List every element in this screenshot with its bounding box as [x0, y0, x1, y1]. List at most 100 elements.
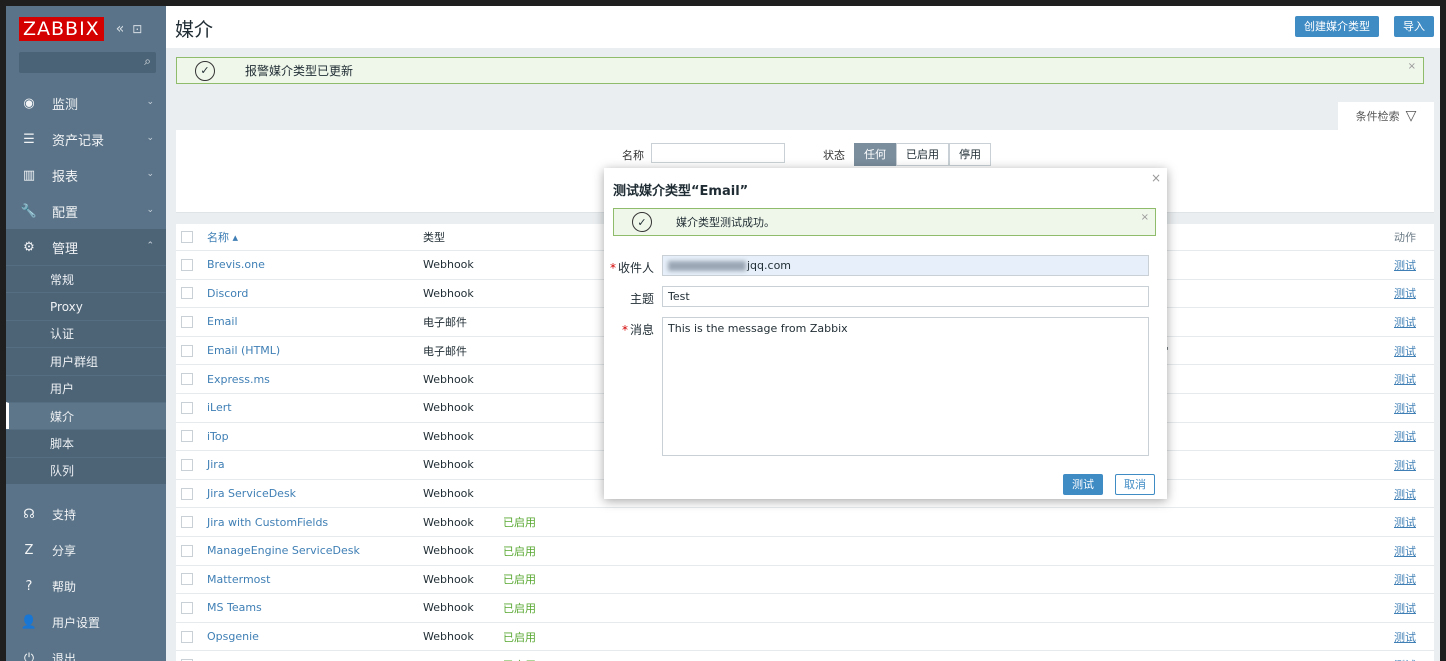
zabbix-logo[interactable]: ZABBIX: [19, 17, 104, 41]
media-type-name-link[interactable]: Express.ms: [207, 373, 423, 386]
menu-item-share[interactable]: Z 分享: [6, 532, 166, 568]
test-action-link[interactable]: 测试: [1394, 457, 1416, 473]
status-badge[interactable]: 已启用: [503, 543, 553, 559]
submenu-item-general[interactable]: 常规: [6, 265, 166, 292]
media-type-name-link[interactable]: ManageEngine ServiceDesk: [207, 544, 423, 557]
menu-item-configuration[interactable]: 🔧 配置 ⌄: [6, 193, 166, 229]
status-badge[interactable]: 已启用: [503, 514, 553, 530]
import-button[interactable]: 导入: [1394, 16, 1434, 37]
column-header-type[interactable]: 类型: [423, 229, 503, 245]
row-checkbox[interactable]: [181, 458, 193, 471]
status-badge[interactable]: 已启用: [503, 600, 553, 616]
media-type-name-link[interactable]: Mattermost: [207, 573, 423, 586]
row-checkbox[interactable]: [181, 516, 193, 529]
test-action-link[interactable]: 测试: [1394, 629, 1416, 645]
test-action-link[interactable]: 测试: [1394, 571, 1416, 587]
test-action-link[interactable]: 测试: [1394, 428, 1416, 444]
status-option-disabled[interactable]: 停用: [949, 143, 991, 166]
menu-item-inventory[interactable]: ☰ 资产记录 ⌄: [6, 121, 166, 157]
submenu-item-queue[interactable]: 队列: [6, 456, 166, 484]
menu-item-reports[interactable]: ▥ 报表 ⌄: [6, 157, 166, 193]
media-type-name-link[interactable]: Discord: [207, 287, 423, 300]
menu-item-user-settings[interactable]: 👤 用户设置: [6, 604, 166, 640]
select-all-checkbox[interactable]: [181, 231, 193, 243]
test-action-link[interactable]: 测试: [1394, 257, 1416, 273]
media-type-name-link[interactable]: Email (HTML): [207, 344, 423, 357]
user-icon: 👤: [20, 614, 38, 630]
test-action-link[interactable]: 测试: [1394, 285, 1416, 301]
media-type-name-link[interactable]: Brevis.one: [207, 258, 423, 271]
row-checkbox[interactable]: [181, 287, 193, 300]
submenu-item-scripts[interactable]: 脚本: [6, 429, 166, 456]
submenu-item-user-groups[interactable]: 用户群组: [6, 347, 166, 374]
test-action-link[interactable]: 测试: [1394, 343, 1416, 359]
status-badge[interactable]: 已启用: [503, 571, 553, 587]
row-checkbox[interactable]: [181, 573, 193, 586]
row-checkbox[interactable]: [181, 344, 193, 357]
media-type-name-link[interactable]: Email: [207, 315, 423, 328]
media-type-type: Webhook: [423, 372, 474, 386]
filter-tab[interactable]: 条件检索 ▽: [1338, 102, 1434, 130]
menu-label: 管理: [52, 241, 79, 257]
status-badge[interactable]: 已启用: [503, 657, 553, 661]
message-textarea[interactable]: This is the message from Zabbix: [662, 317, 1149, 456]
close-icon[interactable]: ×: [1141, 212, 1149, 223]
sidebar-search-input[interactable]: [19, 52, 156, 73]
row-checkbox[interactable]: [181, 258, 193, 271]
test-action-link[interactable]: 测试: [1394, 400, 1416, 416]
page-header: 媒介 创建媒介类型 导入: [166, 6, 1440, 48]
row-checkbox[interactable]: [181, 401, 193, 414]
test-button[interactable]: 测试: [1063, 474, 1103, 495]
row-checkbox[interactable]: [181, 630, 193, 643]
test-action-link[interactable]: 测试: [1394, 314, 1416, 330]
media-type-name-link[interactable]: Jira with CustomFields: [207, 516, 423, 529]
dialog-close-icon[interactable]: ×: [1151, 171, 1161, 185]
test-action-link[interactable]: 测试: [1394, 371, 1416, 387]
test-action-link[interactable]: 测试: [1394, 486, 1416, 502]
row-checkbox[interactable]: [181, 487, 193, 500]
test-action-link[interactable]: 测试: [1394, 543, 1416, 559]
media-type-name-link[interactable]: MS Teams: [207, 601, 423, 614]
submenu-item-users[interactable]: 用户: [6, 374, 166, 402]
menu-item-help[interactable]: ? 帮助: [6, 568, 166, 604]
test-action-link[interactable]: 测试: [1394, 514, 1416, 530]
row-checkbox[interactable]: [181, 373, 193, 386]
media-type-name-link[interactable]: Jira ServiceDesk: [207, 487, 423, 500]
admin-submenu: 常规 Proxy 认证 用户群组 用户 媒介 脚本 队列: [6, 265, 166, 485]
cancel-button[interactable]: 取消: [1115, 474, 1155, 495]
row-checkbox[interactable]: [181, 544, 193, 557]
create-media-type-button[interactable]: 创建媒介类型: [1295, 16, 1379, 37]
media-type-name-link[interactable]: Jira: [207, 458, 423, 471]
submenu-item-authentication[interactable]: 认证: [6, 319, 166, 347]
menu-item-administration[interactable]: ⚙ 管理 ⌃: [6, 229, 166, 265]
column-header-name[interactable]: 名称 ▴: [207, 229, 423, 245]
kiosk-mode-icon[interactable]: ⊡: [132, 22, 142, 36]
row-checkbox[interactable]: [181, 601, 193, 614]
test-action-link[interactable]: 测试: [1394, 657, 1416, 661]
recipient-field[interactable]: jqq.com: [662, 255, 1149, 276]
status-badge[interactable]: 已启用: [503, 629, 553, 645]
test-action-link[interactable]: 测试: [1394, 600, 1416, 616]
filter-name-input[interactable]: [651, 143, 785, 163]
subject-field[interactable]: Test: [662, 286, 1149, 307]
status-option-enabled[interactable]: 已启用: [896, 143, 949, 166]
menu-item-monitoring[interactable]: ◉ 监测 ⌄: [6, 85, 166, 121]
media-type-name-link[interactable]: iLert: [207, 401, 423, 414]
table-row: MS Teams Webhook 已启用 测试: [176, 594, 1434, 623]
media-type-type: Webhook: [423, 458, 474, 472]
submenu-item-media-types[interactable]: 媒介: [6, 401, 166, 430]
media-type-name-link[interactable]: Opsgenie: [207, 630, 423, 643]
row-checkbox[interactable]: [181, 315, 193, 328]
bottom-menu: ☊ 支持 Z 分享 ? 帮助 👤 用户设置 ⏻ 退出: [6, 496, 166, 661]
filter-status-label: 状态: [823, 149, 845, 162]
close-icon[interactable]: ×: [1408, 61, 1416, 72]
submenu-item-proxy[interactable]: Proxy: [6, 292, 166, 319]
row-checkbox[interactable]: [181, 430, 193, 443]
search-icon[interactable]: ⌕: [144, 54, 151, 69]
status-option-any[interactable]: 任何: [854, 143, 896, 166]
eye-icon: ◉: [23, 95, 35, 111]
media-type-name-link[interactable]: iTop: [207, 430, 423, 443]
menu-item-support[interactable]: ☊ 支持: [6, 496, 166, 532]
menu-item-sign-out[interactable]: ⏻ 退出: [6, 640, 166, 661]
collapse-sidebar-icon[interactable]: «: [116, 21, 125, 37]
